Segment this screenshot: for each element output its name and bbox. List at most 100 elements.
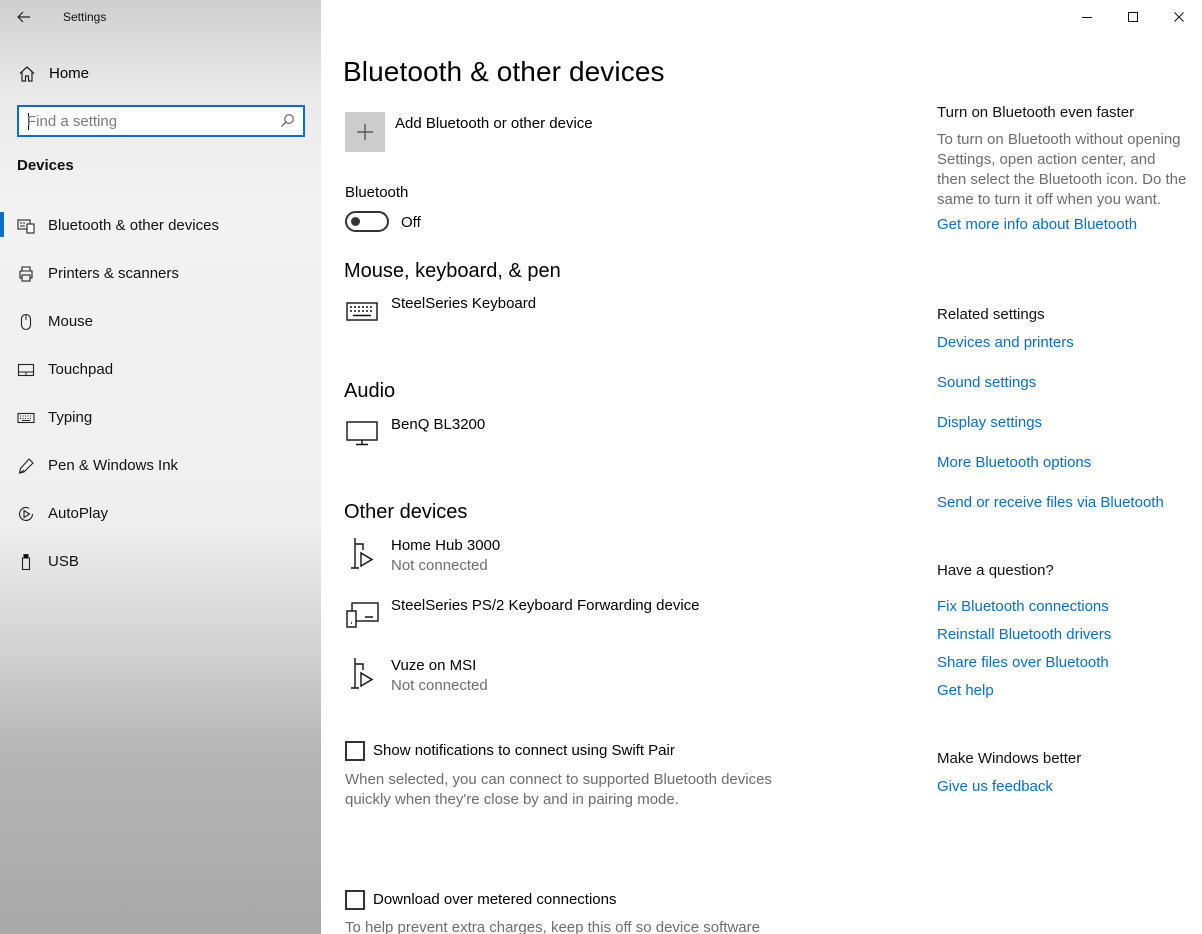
sidebar-item-usb[interactable]: USB [0,542,321,590]
feedback-link[interactable]: Give us feedback [937,778,1053,795]
device-name: Vuze on MSI [391,657,477,674]
autoplay-icon [18,506,34,522]
bluetooth-state: Off [401,214,421,231]
sidebar-nav: Bluetooth & other devices Printers & sca… [0,206,321,590]
add-device-tile [345,112,385,152]
related-settings-panel: Related settings Devices and printers So… [937,306,1187,511]
send-receive-files-link[interactable]: Send or receive files via Bluetooth [937,494,1164,511]
device-status: Not connected [391,557,488,574]
sidebar-item-label: Pen & Windows Ink [48,457,179,474]
media-device-icon [351,658,374,689]
related-heading: Related settings [937,306,1045,323]
keyboard-icon [17,412,35,424]
sidebar-item-label: Mouse [48,313,94,330]
sidebar-item-bluetooth[interactable]: Bluetooth & other devices [0,206,321,254]
close-icon [1174,12,1184,22]
get-help-link[interactable]: Get help [937,682,994,699]
device-status: Not connected [391,677,488,694]
sidebar-item-label: Bluetooth & other devices [48,217,219,234]
device-home-hub-3000[interactable]: Home Hub 3000 Not connected [345,537,845,581]
sidebar-item-label: Touchpad [48,361,114,378]
title-bar: Settings [0,0,321,34]
metered-label: Download over metered connections [373,891,617,908]
device-steelseries-keyboard[interactable]: SteelSeries Keyboard [345,295,845,339]
sidebar-item-mouse[interactable]: Mouse [0,302,321,350]
fix-bluetooth-link[interactable]: Fix Bluetooth connections [937,598,1109,615]
metered-checkbox[interactable] [345,890,365,910]
bluetooth-faster-panel: Turn on Bluetooth even faster To turn on… [937,104,1187,233]
toggle-knob [351,217,360,226]
home-nav-item[interactable]: Home [0,56,321,92]
swift-pair-description: When selected, you can connect to suppor… [345,771,772,808]
media-device-icon [351,538,374,569]
maximize-button[interactable] [1110,0,1156,34]
help-panel: Have a question? Fix Bluetooth connectio… [937,562,1187,699]
home-label: Home [49,65,90,82]
page-title: Bluetooth & other devices [343,56,665,87]
display-settings-link[interactable]: Display settings [937,414,1042,431]
better-heading: Make Windows better [937,750,1082,767]
sidebar-item-pen[interactable]: Pen & Windows Ink [0,446,321,494]
maximize-icon [1128,12,1138,22]
main-content: Bluetooth & other devices Add Bluetooth … [321,0,1202,934]
device-name: BenQ BL3200 [391,416,486,433]
question-heading: Have a question? [937,562,1054,579]
back-button[interactable] [10,6,38,28]
minimize-button[interactable] [1064,0,1110,34]
feedback-panel: Make Windows better Give us feedback [937,750,1187,795]
sidebar-item-typing[interactable]: Typing [0,398,321,446]
reinstall-drivers-link[interactable]: Reinstall Bluetooth drivers [937,626,1111,643]
sidebar-item-autoplay[interactable]: AutoPlay [0,494,321,542]
device-steelseries-ps2[interactable]: SteelSeries PS/2 Keyboard Forwarding dev… [345,597,845,641]
faster-text: To turn on Bluetooth without opening Set… [937,131,1187,208]
sidebar-item-label: Printers & scanners [48,265,179,282]
monitor-icon [346,421,378,446]
search-box[interactable] [17,105,305,137]
bluetooth-devices-icon [17,219,35,234]
add-device-label: Add Bluetooth or other device [395,115,593,132]
faster-heading: Turn on Bluetooth even faster [937,104,1135,121]
pen-icon [18,458,34,474]
minimize-icon [1082,17,1092,18]
active-indicator [0,212,4,237]
mouse-icon [20,313,32,331]
search-input[interactable] [27,111,267,131]
sidebar-item-touchpad[interactable]: Touchpad [0,350,321,398]
more-bluetooth-options-link[interactable]: More Bluetooth options [937,454,1091,471]
sidebar-item-printers[interactable]: Printers & scanners [0,254,321,302]
device-name: Home Hub 3000 [391,537,501,554]
section-heading: Devices [17,157,74,174]
devices-printers-link[interactable]: Devices and printers [937,334,1074,351]
home-icon [19,66,35,82]
group-title-other: Other devices [344,501,468,523]
generic-device-icon [346,602,379,628]
device-vuze-on-msi[interactable]: Vuze on MSI Not connected [345,657,845,701]
back-arrow-icon [17,11,30,23]
bluetooth-info-link[interactable]: Get more info about Bluetooth [937,216,1187,233]
printer-icon [19,266,33,282]
sidebar-item-label: Typing [48,409,93,426]
keyboard-icon [346,302,378,321]
plus-icon [357,124,373,140]
metered-description: To help prevent extra charges, keep this… [345,919,760,934]
sound-settings-link[interactable]: Sound settings [937,374,1036,391]
bluetooth-toggle[interactable] [345,211,389,232]
sidebar: Settings Home Devices Bluetooth & other … [0,0,321,934]
bluetooth-label: Bluetooth [345,184,409,201]
close-button[interactable] [1156,0,1202,34]
device-name: SteelSeries PS/2 Keyboard Forwarding dev… [391,597,700,614]
add-device-button[interactable]: Add Bluetooth or other device [345,112,593,152]
sidebar-item-label: AutoPlay [48,505,109,522]
window-controls [1064,0,1202,34]
sidebar-item-label: USB [48,553,79,570]
device-name: SteelSeries Keyboard [391,295,537,312]
search-icon[interactable] [280,113,295,128]
share-files-link[interactable]: Share files over Bluetooth [937,654,1109,671]
device-benq-bl3200[interactable]: BenQ BL3200 [345,416,845,460]
swift-pair-checkbox[interactable] [345,741,365,761]
swift-pair-label: Show notifications to connect using Swif… [373,742,675,759]
group-title-input: Mouse, keyboard, & pen [344,260,561,282]
usb-icon [21,553,31,571]
touchpad-icon [17,363,35,377]
app-title: Settings [63,10,107,24]
